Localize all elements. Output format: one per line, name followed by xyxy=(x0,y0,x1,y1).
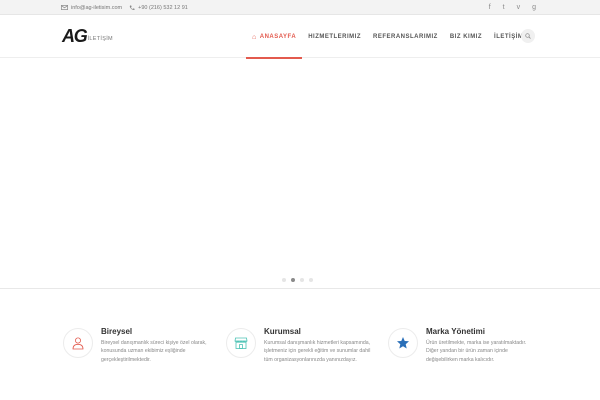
feature-icon-circle xyxy=(63,328,93,358)
search-button[interactable] xyxy=(521,29,535,43)
nav-item-hizmetlerimiz[interactable]: HIZMETLERIMIZ xyxy=(302,16,367,58)
store-icon xyxy=(234,337,248,349)
main-header: AG İLETİŞİM ⌂ ANASAYFA HIZMETLERIMIZ REF… xyxy=(0,16,600,59)
slider-dot[interactable] xyxy=(309,278,313,282)
nav-label: REFERANSLARIMIZ xyxy=(373,34,438,40)
search-icon xyxy=(525,33,531,39)
user-icon xyxy=(72,337,84,350)
email-contact[interactable]: info@ag-iletisim.com xyxy=(61,5,122,11)
envelope-icon xyxy=(61,5,68,10)
nav-item-anasayfa[interactable]: ⌂ ANASAYFA xyxy=(246,16,303,59)
feature-icon-circle xyxy=(226,328,256,358)
home-icon: ⌂ xyxy=(252,33,257,41)
twitter-icon[interactable]: t xyxy=(503,0,505,15)
slider-dot[interactable] xyxy=(282,278,286,282)
features-section: Bireysel Bireysel danışmanlık süreci kiş… xyxy=(0,325,600,400)
feature-desc: Ürün üretilmekte, marka ise yaratılmakta… xyxy=(426,340,527,363)
slider-dot-active[interactable] xyxy=(291,278,295,282)
nav-item-biz-kimiz[interactable]: BIZ KIMIZ xyxy=(444,16,488,58)
facebook-icon[interactable]: f xyxy=(489,0,491,15)
nav-label: HIZMETLERIMIZ xyxy=(308,34,362,40)
slider-dot[interactable] xyxy=(300,278,304,282)
feature-title: Kurumsal xyxy=(264,327,301,336)
hero-slider[interactable] xyxy=(0,59,600,289)
feature-desc: Bireysel danışmanlık süreci kişiye özel … xyxy=(101,340,207,363)
feature-title: Marka Yönetimi xyxy=(426,327,485,336)
feature-icon-circle xyxy=(388,328,418,358)
nav-label: BIZ KIMIZ xyxy=(449,34,483,40)
phone-text: +90 (216) 532 12 91 xyxy=(138,4,188,11)
feature-title: Bireysel xyxy=(101,327,133,336)
nav-label: İLETİŞİM xyxy=(494,34,524,40)
social-links: f t v g xyxy=(489,0,536,15)
google-plus-icon[interactable]: g xyxy=(532,0,536,15)
site-logo[interactable]: AG İLETİŞİM xyxy=(62,26,113,46)
feature-desc: Kurumsal danışmanlık hizmetleri kapsamın… xyxy=(264,340,371,363)
nav-label: ANASAYFA xyxy=(259,34,297,40)
star-icon xyxy=(397,337,409,349)
nav-item-referanslarimiz[interactable]: REFERANSLARIMIZ xyxy=(367,16,444,58)
slider-pagination xyxy=(282,278,313,282)
main-nav: ⌂ ANASAYFA HIZMETLERIMIZ REFERANSLARIMIZ… xyxy=(246,16,529,59)
email-text: info@ag-iletisim.com xyxy=(71,4,123,11)
logo-text: İLETİŞİM xyxy=(87,36,113,42)
logo-mark: AG xyxy=(62,26,88,46)
top-bar: info@ag-iletisim.com +90 (216) 532 12 91… xyxy=(0,0,600,15)
phone-icon xyxy=(129,5,135,10)
contact-info: info@ag-iletisim.com +90 (216) 532 12 91 xyxy=(61,0,188,15)
phone-contact[interactable]: +90 (216) 532 12 91 xyxy=(129,5,188,11)
vimeo-icon[interactable]: v xyxy=(517,0,521,15)
